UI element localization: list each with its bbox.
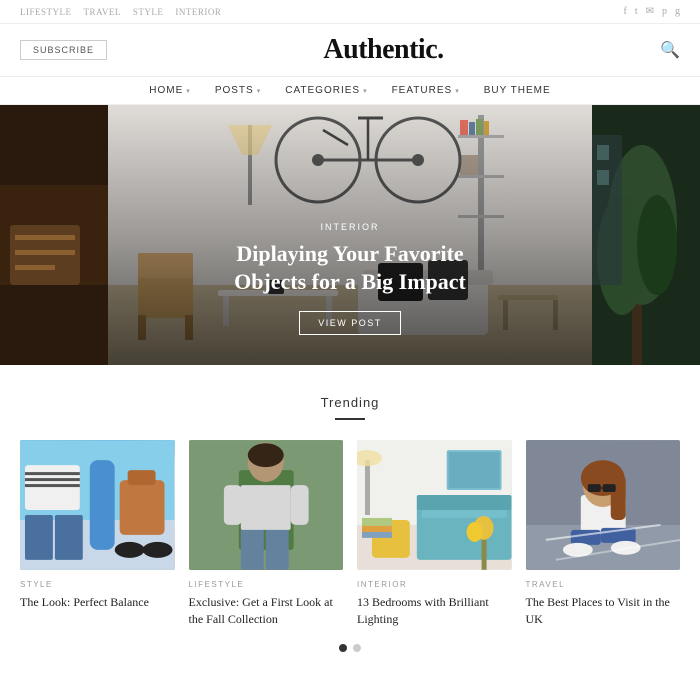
nav-features[interactable]: FEATURES ▾: [392, 85, 460, 96]
hero-title: Diplaying Your Favorite Objects for a Bi…: [200, 240, 500, 297]
card-image-3: [357, 440, 512, 570]
email-icon[interactable]: ✉: [646, 6, 654, 17]
trending-section: Trending: [0, 365, 700, 680]
hero-view-post-button[interactable]: VIEW POST: [299, 311, 401, 335]
chevron-down-icon: ▾: [257, 87, 262, 95]
main-nav: HOME ▾ POSTS ▾ CATEGORIES ▾ FEATURES ▾ B…: [0, 76, 700, 105]
trending-header: Trending: [20, 395, 680, 420]
card-category-3: INTERIOR: [357, 580, 512, 589]
facebook-icon[interactable]: f: [623, 6, 626, 17]
chevron-down-icon: ▾: [455, 87, 460, 95]
header: SUBSCRIBE Authentic. 🔍: [0, 24, 700, 76]
trending-card-1[interactable]: STYLE The Look: Perfect Balance: [20, 440, 175, 628]
card-title-3: 13 Bedrooms with Brilliant Lighting: [357, 594, 512, 628]
trending-cards-grid: STYLE The Look: Perfect Balance: [20, 440, 680, 628]
topbar-link-travel[interactable]: TRAVEL: [84, 7, 121, 17]
topbar-link-interior[interactable]: INTERIOR: [175, 7, 221, 17]
pinterest-icon[interactable]: p: [662, 6, 667, 17]
card-image-1: [20, 440, 175, 570]
hero-content: INTERIOR Diplaying Your Favorite Objects…: [200, 222, 500, 335]
trending-card-3[interactable]: INTERIOR 13 Bedrooms with Brilliant Ligh…: [357, 440, 512, 628]
card-category-1: STYLE: [20, 580, 175, 589]
chevron-down-icon: ▾: [363, 87, 368, 95]
trending-card-2[interactable]: LIFESTYLE Exclusive: Get a First Look at…: [189, 440, 344, 628]
nav-posts[interactable]: POSTS ▾: [215, 85, 261, 96]
hero-category: INTERIOR: [200, 222, 500, 232]
topbar-link-lifestyle[interactable]: LIFESTYLE: [20, 7, 72, 17]
site-logo[interactable]: Authentic.: [323, 34, 443, 66]
hero-side-left: [0, 105, 108, 365]
nav-home[interactable]: HOME ▾: [149, 85, 191, 96]
nav-categories[interactable]: CATEGORIES ▾: [285, 85, 367, 96]
twitter-icon[interactable]: t: [635, 6, 638, 17]
trending-title: Trending: [20, 395, 680, 410]
card-title-2: Exclusive: Get a First Look at the Fall …: [189, 594, 344, 628]
pagination-dot-1[interactable]: [339, 644, 347, 652]
google-icon[interactable]: g: [675, 6, 680, 17]
nav-buy-theme[interactable]: BUY THEME: [484, 85, 551, 96]
card-category-4: TRAVEL: [526, 580, 681, 589]
card-title-4: The Best Places to Visit in the UK: [526, 594, 681, 628]
card-category-2: LIFESTYLE: [189, 580, 344, 589]
pagination-dot-2[interactable]: [353, 644, 361, 652]
pagination-dots: [20, 628, 680, 660]
card-title-1: The Look: Perfect Balance: [20, 594, 175, 611]
top-bar-links: LIFESTYLE TRAVEL STYLE INTERIOR: [20, 7, 221, 17]
card-image-4: [526, 440, 681, 570]
hero-side-right: [592, 105, 700, 365]
chevron-down-icon: ▾: [186, 87, 191, 95]
hero-main: INTERIOR Diplaying Your Favorite Objects…: [108, 105, 592, 365]
hero-slider: INTERIOR Diplaying Your Favorite Objects…: [0, 105, 700, 365]
subscribe-button[interactable]: SUBSCRIBE: [20, 40, 107, 60]
card-image-2: [189, 440, 344, 570]
top-bar: LIFESTYLE TRAVEL STYLE INTERIOR f t ✉ p …: [0, 0, 700, 24]
trending-card-4[interactable]: TRAVEL The Best Places to Visit in the U…: [526, 440, 681, 628]
top-bar-social: f t ✉ p g: [623, 6, 680, 17]
trending-divider: [335, 418, 365, 420]
search-icon[interactable]: 🔍: [660, 40, 680, 60]
topbar-link-style[interactable]: STYLE: [133, 7, 164, 17]
